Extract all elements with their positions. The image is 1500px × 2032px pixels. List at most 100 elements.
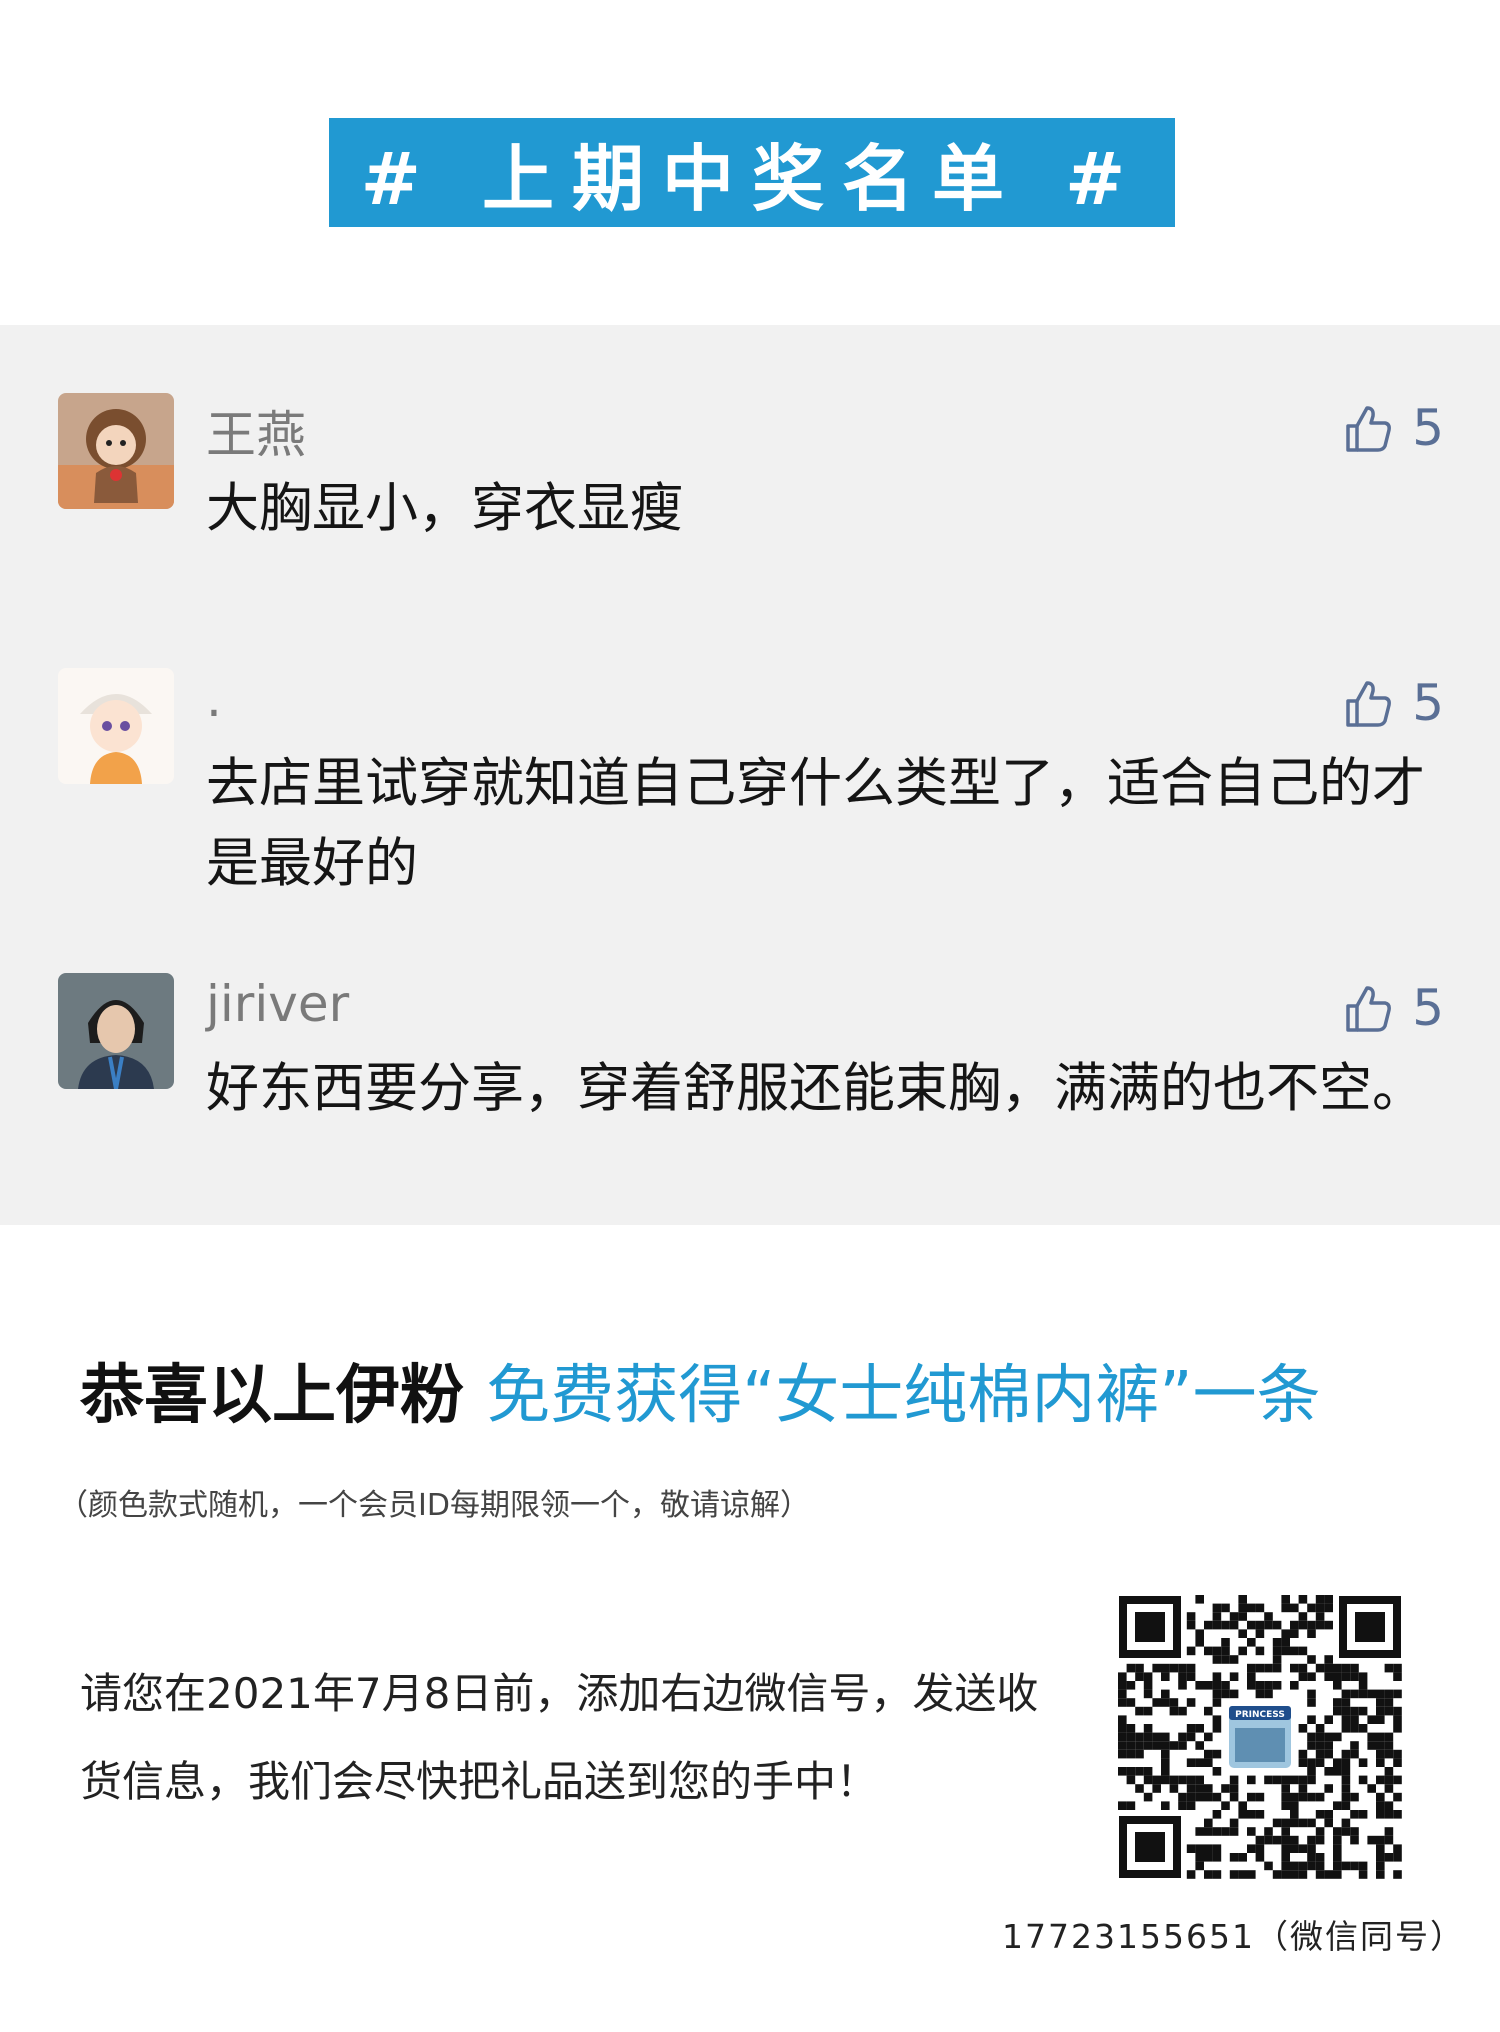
qr-module xyxy=(1358,1870,1368,1879)
qr-module xyxy=(1212,1698,1222,1707)
qr-module xyxy=(1350,1835,1359,1845)
qr-module xyxy=(1169,1698,1179,1707)
like-count: 5 xyxy=(1412,399,1444,457)
qr-module xyxy=(1290,1818,1299,1828)
qr-module xyxy=(1186,1784,1196,1793)
qr-module xyxy=(1204,1784,1213,1793)
qr-module xyxy=(1255,1844,1265,1853)
qr-module xyxy=(1350,1715,1359,1724)
qr-module xyxy=(1384,1784,1394,1793)
qr-module xyxy=(1212,1612,1222,1621)
qr-module xyxy=(1341,1775,1351,1785)
winner-comments-panel: 王燕 5 大胸显小，穿衣显瘦 . 5 去店里试穿就知道自己穿什么类型了，适合自己… xyxy=(0,325,1500,1225)
qr-module xyxy=(1298,1724,1308,1733)
qr-module xyxy=(1212,1767,1222,1776)
qr-module xyxy=(1272,1620,1282,1630)
qr-module xyxy=(1152,1698,1161,1707)
qr-module xyxy=(1324,1672,1333,1681)
qr-module xyxy=(1195,1758,1204,1767)
avatar[interactable] xyxy=(58,973,174,1089)
congrats-prize-text: 免费获得“女士纯棉内裤”一条 xyxy=(486,1359,1321,1433)
qr-module xyxy=(1272,1663,1282,1673)
qr-module xyxy=(1393,1715,1402,1724)
qr-module xyxy=(1358,1672,1368,1681)
avatar-image-cartoon-girl-icon xyxy=(58,393,174,509)
qr-module xyxy=(1212,1827,1222,1836)
qr-module xyxy=(1298,1861,1308,1871)
like-counter[interactable]: 5 xyxy=(1342,674,1444,732)
qr-module xyxy=(1186,1870,1196,1879)
qr-module xyxy=(1255,1681,1265,1690)
qr-module xyxy=(1135,1706,1144,1716)
qr-module xyxy=(1376,1792,1385,1802)
qr-module xyxy=(1204,1706,1213,1716)
qr-module xyxy=(1126,1724,1136,1733)
qr-module xyxy=(1324,1732,1333,1742)
qr-module xyxy=(1358,1861,1368,1871)
qr-module xyxy=(1324,1870,1333,1879)
qr-module xyxy=(1298,1775,1308,1785)
qr-module xyxy=(1376,1853,1385,1862)
qr-module xyxy=(1178,1672,1187,1681)
qr-module xyxy=(1281,1801,1290,1810)
qr-module xyxy=(1350,1706,1359,1716)
qr-module xyxy=(1229,1853,1239,1862)
qr-module xyxy=(1367,1689,1376,1699)
qr-module xyxy=(1281,1792,1290,1802)
like-counter[interactable]: 5 xyxy=(1342,399,1444,457)
qr-module xyxy=(1229,1792,1239,1802)
thumbs-up-icon[interactable] xyxy=(1342,677,1394,729)
qr-module xyxy=(1315,1827,1325,1836)
qr-module xyxy=(1307,1603,1316,1613)
qr-module xyxy=(1350,1749,1359,1759)
qr-module xyxy=(1358,1775,1368,1785)
qr-module xyxy=(1247,1870,1256,1879)
qr-module xyxy=(1238,1612,1247,1621)
wechat-qr-code[interactable]: PRINCESS xyxy=(1117,1594,1403,1880)
qr-module xyxy=(1393,1758,1402,1767)
qr-module xyxy=(1376,1758,1385,1767)
like-counter[interactable]: 5 xyxy=(1342,979,1444,1037)
qr-module xyxy=(1315,1861,1325,1871)
qr-module xyxy=(1358,1689,1368,1699)
qr-module xyxy=(1324,1715,1333,1724)
thumbs-up-icon[interactable] xyxy=(1342,402,1394,454)
qr-module xyxy=(1255,1835,1265,1845)
qr-module xyxy=(1221,1827,1230,1836)
qr-module xyxy=(1161,1672,1170,1681)
avatar[interactable] xyxy=(58,393,174,509)
thumbs-up-icon[interactable] xyxy=(1342,982,1394,1034)
qr-module xyxy=(1178,1706,1187,1716)
qr-module xyxy=(1376,1741,1385,1750)
qr-module xyxy=(1350,1861,1359,1871)
qr-module xyxy=(1324,1663,1333,1673)
qr-module xyxy=(1264,1620,1273,1630)
qr-module xyxy=(1350,1827,1359,1836)
qr-module xyxy=(1135,1767,1144,1776)
qr-module xyxy=(1152,1775,1161,1785)
qr-module xyxy=(1255,1629,1265,1638)
qr-module xyxy=(1350,1810,1359,1819)
qr-module xyxy=(1290,1792,1299,1802)
qr-module xyxy=(1333,1672,1342,1681)
qr-module xyxy=(1143,1792,1153,1802)
qr-module xyxy=(1350,1724,1359,1733)
qr-module xyxy=(1195,1681,1204,1690)
qr-module xyxy=(1264,1835,1273,1845)
qr-module xyxy=(1384,1810,1394,1819)
qr-module xyxy=(1350,1689,1359,1699)
avatar[interactable] xyxy=(58,668,174,784)
qr-module xyxy=(1333,1706,1342,1716)
qr-module xyxy=(1204,1732,1213,1742)
qr-module xyxy=(1324,1741,1333,1750)
qr-module xyxy=(1350,1792,1359,1802)
qr-module xyxy=(1298,1870,1308,1879)
qr-module xyxy=(1341,1801,1351,1810)
qr-module xyxy=(1272,1835,1282,1845)
qr-module xyxy=(1367,1835,1376,1845)
qr-module xyxy=(1178,1801,1187,1810)
qr-module xyxy=(1186,1844,1196,1853)
qr-module xyxy=(1118,1724,1127,1733)
qr-module xyxy=(1298,1672,1308,1681)
qr-module xyxy=(1255,1603,1265,1613)
